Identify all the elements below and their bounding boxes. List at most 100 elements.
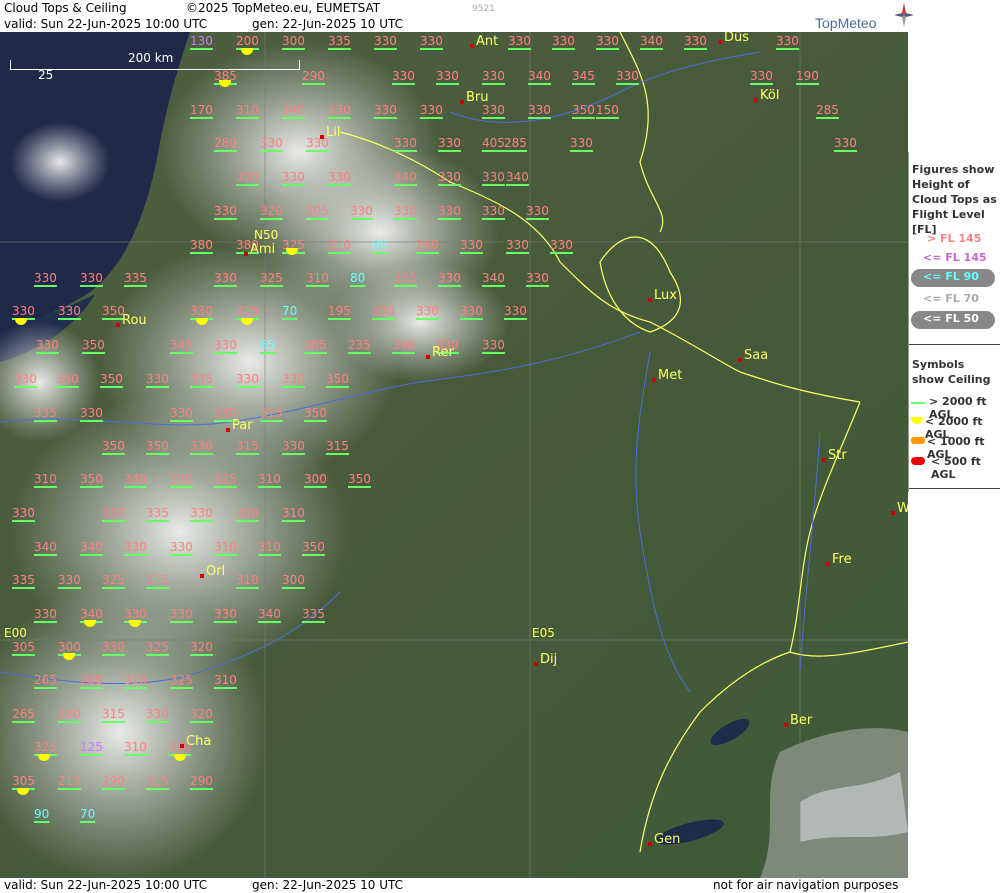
flight-level-value: 330 [12,304,35,318]
flight-level-value: 330 [394,204,417,218]
flight-level-value: 310 [306,271,329,285]
city-label: Köl [760,88,780,103]
flight-level-value: 340 [282,103,305,117]
footer-disclaimer: not for air navigation purposes [713,878,899,892]
flight-level-value: 260 [416,238,439,252]
city-marker [200,574,204,578]
flight-level-value: 330 [482,103,505,117]
flight-level-value: 330 [392,69,415,83]
flight-level-value: 290 [102,774,125,788]
flight-level-value: 350 [326,372,349,386]
city-label: Ami [250,242,276,257]
city-marker [826,562,830,566]
flight-level-value: 285 [816,103,839,117]
flight-level-value: 340 [124,472,147,486]
flight-level-value: 330 [102,506,125,520]
city-label: Ber [790,713,813,728]
flight-level-value: 335 [190,372,213,386]
flight-level-value: 335 [34,406,57,420]
image-code: 9521 [472,4,495,14]
city-marker [226,428,230,432]
flight-level-value: 90 [34,807,50,821]
satellite-map[interactable]: 200 km 25 N50 E00 E05 130 200 300 335 330 330… [0,32,908,878]
header-bar: Cloud Tops & Ceiling ©2025 TopMeteo.eu, … [0,0,908,32]
topmeteo-logo[interactable]: TopMeteo [815,0,1000,32]
city-label: Rer [432,345,454,360]
city-marker [648,842,652,846]
flight-level-value: 330 [282,170,305,184]
flight-level-value: 335 [328,34,351,48]
flight-level-value: 305 [12,774,35,788]
compass-icon [894,3,914,27]
flight-level-value: 130 [190,34,213,48]
city-marker [754,98,758,102]
flight-level-value: 330 [420,103,443,117]
city-marker [718,40,722,44]
flight-level-value: 330 [34,271,57,285]
city-label: Rou [122,313,147,328]
flight-level-value: 155 [394,271,417,285]
flight-level-value: 320 [190,707,213,721]
city-marker [116,323,120,327]
city-label: Ant [476,34,499,49]
flight-level-value: 340 [392,338,415,352]
flight-level-value: 70 [282,304,298,318]
footer-generated-time: gen: 22-Jun-2025 10 UTC [252,878,404,892]
copyright: ©2025 TopMeteo.eu, EUMETSAT [186,1,381,15]
flight-level-value: 335 [302,607,325,621]
city-label: Met [658,368,683,383]
flight-level-value: 330 [460,304,483,318]
flight-level-value: 80 [372,238,388,252]
flight-level-value: 310 [258,540,281,554]
brand-name: TopMeteo [815,15,877,31]
flight-level-value: 210 [328,238,351,252]
flight-level-value: 350 [146,439,169,453]
flight-level-value: 280 [80,673,103,687]
flight-level-value: 320 [260,204,283,218]
flight-level-value: 330 [80,406,103,420]
flight-level-value: 330 [438,170,461,184]
flight-level-value: 190 [796,69,819,83]
flight-level-value: 80 [350,271,366,285]
flight-level-value: 350 [56,372,79,386]
flight-level-value: 300 [282,34,305,48]
flight-level-value: 330 [214,271,237,285]
flight-level-value: 65 [260,338,276,352]
flight-level-value: 405 [482,136,505,150]
flight-level-value: 330 [552,34,575,48]
flight-level-value: 330 [504,304,527,318]
city-marker [180,744,184,748]
flight-level-value: 330 [190,304,213,318]
flight-level-value: 305 [304,338,327,352]
city-label: Dij [540,652,558,667]
footer-bar: valid: Sun 22-Jun-2025 10:00 UTC gen: 22… [0,878,1000,893]
legend-item-le145: <= FL 145 [923,251,987,264]
flight-level-value: 330 [482,338,505,352]
flight-level-value: 280 [214,136,237,150]
city-marker [320,135,324,139]
flight-level-value: 330 [146,707,169,721]
flight-level-value: 330 [528,103,551,117]
flight-level-value: 330 [596,34,619,48]
flight-level-value: 335 [12,573,35,587]
flight-level-value: 150 [596,103,619,117]
city-label: Saa [744,348,769,363]
city-label: Orl [206,564,226,579]
flight-level-value: 330 [14,372,37,386]
flight-level-value: 330 [58,573,81,587]
flight-level-value: 350 [302,540,325,554]
flight-level-value: 330 [834,136,857,150]
flight-level-value: 330 [506,238,529,252]
flight-level-value: 330 [420,34,443,48]
flight-level-value: 325 [146,640,169,654]
legend-symbol-lt1000: < 1000 ft AGL [909,435,1000,461]
generated-time: gen: 22-Jun-2025 10 UTC [252,17,404,31]
flight-level-value: 300 [304,472,327,486]
city-label: Lux [654,288,677,303]
flight-level-value: 170 [190,103,213,117]
flight-level-value: 310 [258,472,281,486]
flight-level-value: 330 [58,304,81,318]
flight-level-value: 310 [214,673,237,687]
flight-level-value: 330 [482,170,505,184]
flight-level-value: 290 [190,774,213,788]
